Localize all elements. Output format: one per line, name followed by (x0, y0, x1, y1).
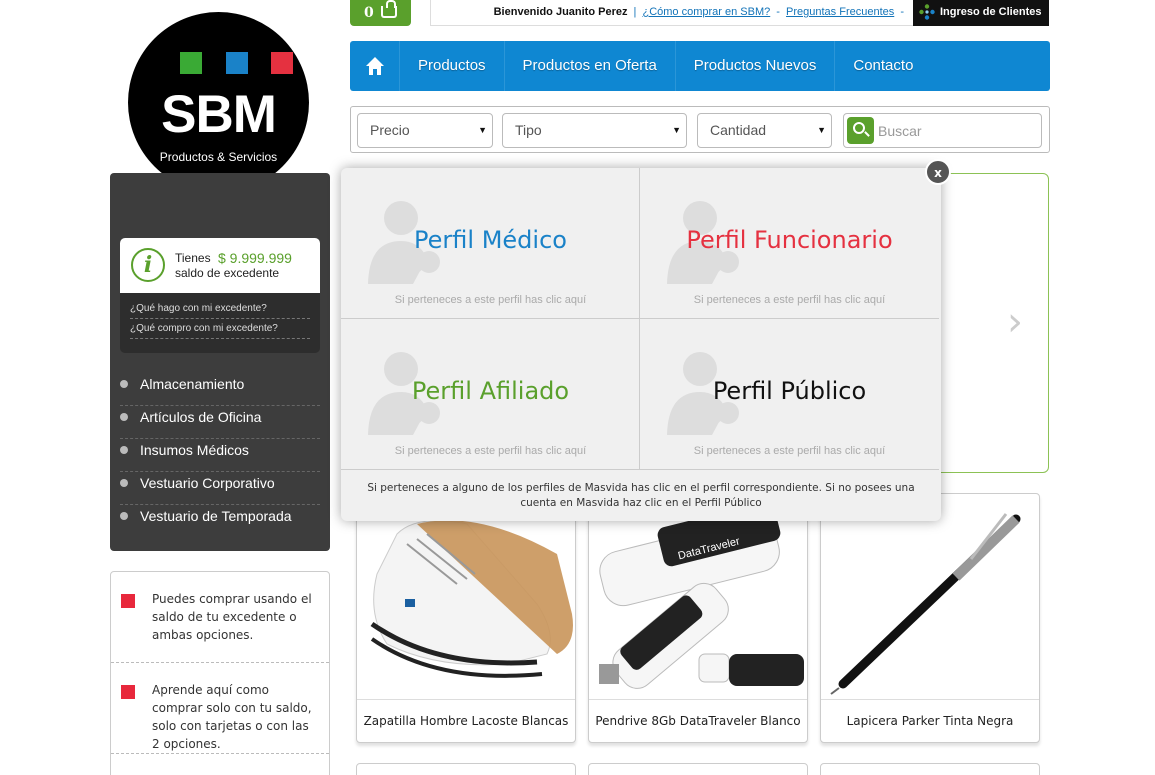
profile-name: Perfil Médico (414, 226, 567, 254)
nav-productos-oferta[interactable]: Productos en Oferta (505, 41, 676, 91)
nav-contacto[interactable]: Contacto (835, 41, 931, 91)
info-panel: Puedes comprar usando el saldo de tu exc… (110, 571, 330, 775)
separator: | (633, 6, 637, 18)
faq-link[interactable]: Preguntas Frecuentes (786, 6, 894, 18)
modal-close-button[interactable]: x (925, 159, 951, 185)
sidebar-item-vestuario-corporativo[interactable]: Vestuario Corporativo (120, 472, 320, 505)
search-input[interactable] (878, 118, 1033, 143)
sidebar-item-articulos-oficina[interactable]: Artículos de Oficina (120, 406, 320, 439)
profile-name: Perfil Público (712, 377, 867, 405)
profile-medico[interactable]: Perfil Médico Si perteneces a este perfi… (341, 168, 640, 319)
profile-hint: Si perteneces a este perfil has clic aqu… (394, 294, 587, 306)
category-list: Almacenamiento Artículos de Oficina Insu… (120, 373, 320, 538)
product-image (821, 494, 1039, 699)
logo-square-red (271, 52, 293, 74)
chevron-right-icon[interactable]: › (1007, 299, 1023, 345)
info-item[interactable]: Aprende aquí como comprar solo con tu sa… (111, 663, 329, 754)
sidebar-item-insumos-medicos[interactable]: Insumos Médicos (120, 439, 320, 472)
balance-link-what-to-buy[interactable]: ¿Qué compro con mi excedente? (130, 319, 310, 339)
info-icon: i (131, 248, 165, 282)
filter-bar: Precio ▼ Tipo ▼ Cantidad ▼ (350, 106, 1050, 153)
home-button[interactable] (350, 41, 400, 91)
home-icon (366, 57, 384, 75)
balance-label: Tienes (175, 251, 211, 265)
logo-circle: SBM Productos & Servicios (128, 12, 309, 193)
product-image: DataTraveler (589, 494, 807, 699)
product-card[interactable]: Lapicera Parker Tinta Negra (820, 493, 1040, 743)
logo-square-blue (226, 52, 248, 74)
sparkle-icon (919, 4, 935, 20)
type-select[interactable]: Tipo ▼ (502, 113, 687, 148)
profile-afiliado[interactable]: Perfil Afiliado Si perteneces a este per… (341, 319, 640, 470)
cart-count: 0 (364, 5, 374, 21)
product-title: Pendrive 8Gb DataTraveler Blanco (589, 699, 807, 742)
product-card[interactable]: DataTraveler Pendrive 8Gb DataTraveler B… (588, 493, 808, 743)
separator: - (776, 6, 780, 18)
info-text: Aprende aquí como comprar solo con tu sa… (152, 683, 312, 751)
quantity-select-value: Cantidad (710, 122, 767, 138)
profile-hint: Si perteneces a este perfil has clic aqu… (693, 445, 886, 457)
client-login-label: Ingreso de Clientes (940, 6, 1042, 18)
balance-box: i Tienes $ 9.999.999 saldo de excedente … (120, 238, 320, 353)
sidebar-item-vestuario-temporada[interactable]: Vestuario de Temporada (120, 505, 320, 538)
product-title: Zapatilla Hombre Lacoste Blancas (357, 699, 575, 742)
client-login-button[interactable]: Ingreso de Clientes (913, 0, 1049, 26)
dropdown-arrow-icon: ▼ (478, 125, 487, 135)
search-box (843, 113, 1042, 148)
balance-sublabel: saldo de excedente (175, 266, 280, 280)
sidebar: i Tienes $ 9.999.999 saldo de excedente … (110, 173, 330, 551)
profile-hint: Si perteneces a este perfil has clic aqu… (394, 445, 587, 457)
logo-tagline: Productos & Servicios (159, 150, 278, 164)
profile-funcionario[interactable]: Perfil Funcionario Si perteneces a este … (640, 168, 939, 319)
product-title: Lapicera Parker Tinta Negra (821, 699, 1039, 742)
modal-footer-text: Si perteneces a alguno de los perfiles d… (367, 482, 915, 509)
product-card[interactable] (820, 763, 1040, 775)
quantity-select[interactable]: Cantidad ▼ (697, 113, 832, 148)
welcome-text: Bienvenido Juanito Perez (493, 6, 628, 18)
type-select-value: Tipo (515, 122, 542, 138)
sidebar-item-almacenamiento[interactable]: Almacenamiento (120, 373, 320, 406)
basket-icon (381, 0, 397, 18)
price-select-value: Precio (370, 122, 410, 138)
product-card[interactable] (356, 763, 576, 775)
profile-name: Perfil Afiliado (411, 377, 570, 405)
search-button[interactable] (847, 117, 874, 144)
dropdown-arrow-icon: ▼ (672, 125, 681, 135)
red-square-icon (121, 685, 135, 699)
profile-modal: Perfil Médico Si perteneces a este perfi… (341, 168, 941, 521)
how-to-buy-link[interactable]: ¿Cómo comprar en SBM? (642, 6, 770, 18)
separator: - (900, 6, 904, 18)
cart-button[interactable]: 0 (350, 0, 411, 26)
logo-text: SBM (161, 85, 277, 144)
profile-hint: Si perteneces a este perfil has clic aqu… (693, 294, 886, 306)
nav-productos-nuevos[interactable]: Productos Nuevos (676, 41, 836, 91)
price-select[interactable]: Precio ▼ (357, 113, 493, 148)
profile-publico[interactable]: Perfil Público Si perteneces a este perf… (640, 319, 939, 470)
product-image (357, 494, 575, 699)
product-card[interactable]: Zapatilla Hombre Lacoste Blancas (356, 493, 576, 743)
balance-link-what-to-do[interactable]: ¿Qué hago con mi excedente? (130, 299, 310, 319)
welcome-bar: Bienvenido Juanito Perez | ¿Cómo comprar… (430, 0, 913, 26)
main-nav: Productos Productos en Oferta Productos … (350, 41, 1050, 91)
balance-amount: $ 9.999.999 (218, 250, 292, 266)
info-item[interactable]: Puedes comprar usando el saldo de tu exc… (111, 572, 329, 663)
profile-name: Perfil Funcionario (686, 226, 893, 254)
dropdown-arrow-icon: ▼ (817, 125, 826, 135)
product-card[interactable] (588, 763, 808, 775)
info-text: Puedes comprar usando el saldo de tu exc… (152, 592, 312, 642)
nav-productos[interactable]: Productos (400, 41, 505, 91)
red-square-icon (121, 594, 135, 608)
logo-square-green (180, 52, 202, 74)
